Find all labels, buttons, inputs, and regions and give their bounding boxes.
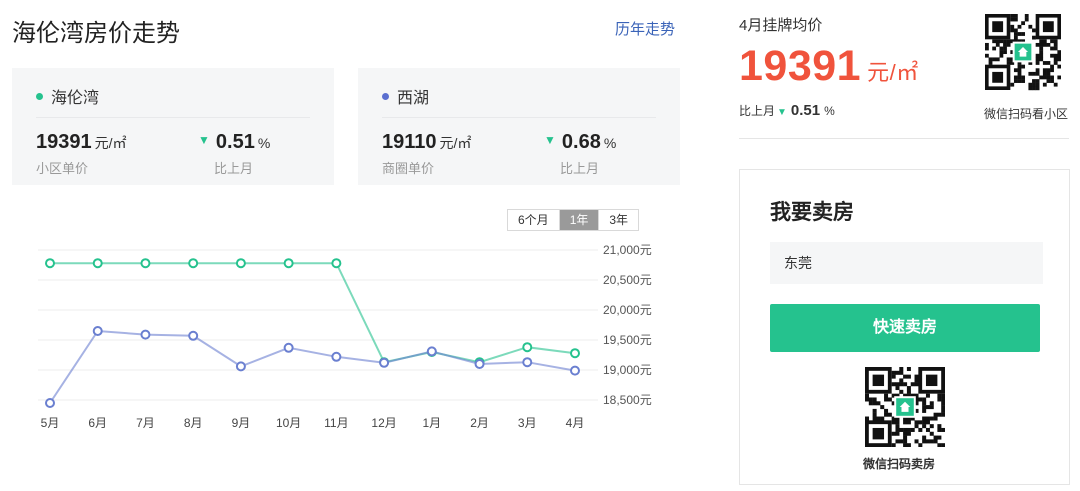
y-tick-label: 18,500元 bbox=[603, 393, 652, 407]
data-point bbox=[235, 258, 246, 269]
data-point bbox=[188, 258, 199, 269]
change-label: 比上月 bbox=[560, 161, 600, 176]
district-price-card: 西湖 19110 元/㎡ 商圈单价 ▼ 0.68% 比上月 bbox=[358, 68, 680, 185]
range-tabs: 6个月 1年 3年 bbox=[507, 209, 640, 231]
x-tick-label: 7月 bbox=[136, 416, 155, 430]
x-tick-label: 5月 bbox=[41, 416, 60, 430]
legend-dot bbox=[36, 93, 43, 101]
divider bbox=[739, 138, 1069, 139]
listing-price-label: 4月挂牌均价 bbox=[739, 17, 823, 34]
divider bbox=[382, 117, 656, 118]
down-arrow-icon: ▼ bbox=[544, 133, 556, 147]
change-label: 比上月 bbox=[214, 161, 254, 176]
month-change: ▼ 0.51% bbox=[198, 131, 271, 153]
sell-house-panel: 我要卖房 东莞 快速卖房 微信扫码卖房 bbox=[739, 169, 1070, 485]
data-point bbox=[331, 258, 342, 269]
listing-month-change: 比上月 ▼ 0.51% bbox=[739, 102, 835, 119]
city-select[interactable]: 东莞 bbox=[770, 242, 1043, 284]
data-point bbox=[570, 348, 580, 359]
x-tick-label: 4月 bbox=[566, 416, 585, 430]
data-point bbox=[283, 258, 294, 269]
qr-code-icon bbox=[985, 14, 1061, 91]
data-point bbox=[570, 365, 580, 376]
legend-dot bbox=[382, 93, 389, 101]
community-price: 19391 元/㎡ bbox=[36, 131, 127, 153]
listing-average-price: 19391 元/㎡ bbox=[739, 42, 919, 90]
card-name: 西湖 bbox=[382, 84, 429, 108]
data-point bbox=[283, 342, 294, 353]
data-point bbox=[140, 258, 151, 269]
quick-sell-button[interactable]: 快速卖房 bbox=[770, 304, 1040, 352]
price-label: 商圈单价 bbox=[382, 161, 435, 176]
x-tick-label: 12月 bbox=[371, 416, 396, 430]
sell-title: 我要卖房 bbox=[770, 201, 854, 224]
data-point bbox=[140, 329, 151, 340]
month-change: ▼ 0.68% bbox=[544, 131, 617, 153]
data-point bbox=[522, 342, 533, 353]
district-price: 19110 元/㎡ bbox=[382, 131, 472, 153]
data-point bbox=[426, 346, 437, 357]
x-tick-label: 2月 bbox=[470, 416, 489, 430]
history-trend-link[interactable]: 历年走势 bbox=[615, 18, 675, 39]
data-point bbox=[331, 351, 342, 362]
community-price-card: 海伦湾 19391 元/㎡ 小区单价 ▼ 0.51% 比上月 bbox=[12, 68, 334, 185]
y-tick-label: 20,500元 bbox=[603, 273, 652, 287]
y-tick-label: 20,000元 bbox=[603, 303, 652, 317]
data-point bbox=[474, 359, 485, 369]
qr-code-icon bbox=[865, 367, 945, 447]
y-tick-label: 19,500元 bbox=[603, 333, 652, 347]
down-arrow-icon: ▼ bbox=[777, 107, 787, 118]
data-point bbox=[188, 330, 199, 341]
y-tick-label: 21,000元 bbox=[603, 243, 652, 257]
data-point bbox=[379, 357, 390, 368]
tab-6-months[interactable]: 6个月 bbox=[508, 210, 559, 230]
data-point bbox=[45, 258, 55, 269]
price-trend-chart: 21,000元 20,500元 20,000元 19,500元 19,000元 18,50… bbox=[38, 243, 652, 430]
data-point bbox=[92, 258, 103, 269]
data-point bbox=[45, 398, 55, 408]
x-tick-label: 6月 bbox=[88, 416, 107, 430]
x-tick-label: 11月 bbox=[324, 416, 348, 430]
down-arrow-icon: ▼ bbox=[198, 133, 210, 147]
x-tick-label: 8月 bbox=[184, 416, 203, 430]
data-point bbox=[235, 361, 246, 372]
tab-1-year[interactable]: 1年 bbox=[558, 210, 599, 230]
data-point bbox=[522, 357, 533, 368]
page-title: 海伦湾房价走势 bbox=[12, 20, 180, 47]
x-tick-label: 3月 bbox=[518, 416, 537, 430]
qr-caption: 微信扫码卖房 bbox=[863, 457, 936, 471]
tab-3-years[interactable]: 3年 bbox=[598, 210, 638, 230]
series-line bbox=[50, 262, 576, 364]
qr-caption: 微信扫码看小区 bbox=[984, 107, 1069, 121]
series-line bbox=[49, 329, 576, 404]
x-tick-label: 9月 bbox=[232, 416, 251, 430]
x-tick-label: 10月 bbox=[276, 416, 301, 430]
divider bbox=[36, 117, 310, 118]
card-name: 海伦湾 bbox=[36, 84, 99, 108]
data-point bbox=[92, 326, 103, 336]
x-tick-label: 1月 bbox=[422, 416, 441, 430]
y-tick-label: 19,000元 bbox=[603, 363, 652, 377]
price-label: 小区单价 bbox=[36, 161, 89, 176]
